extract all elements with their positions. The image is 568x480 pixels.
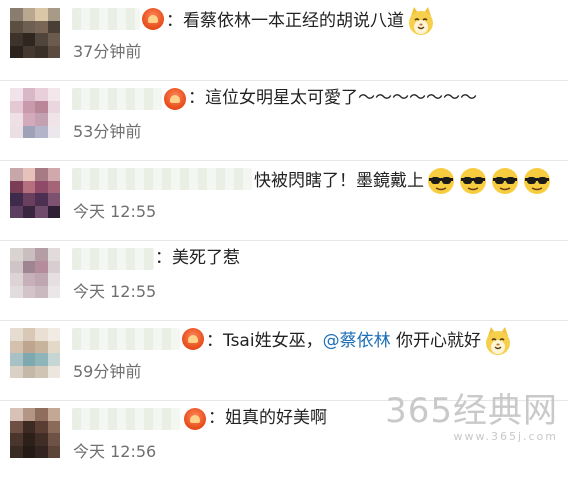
cat-smile-icon bbox=[406, 6, 436, 36]
comment-text: ：Tsai姓女巫，@蔡依林 你开心就好 bbox=[206, 326, 513, 356]
comment-row: ：美死了惹 今天 12:55 bbox=[0, 240, 568, 321]
avatar[interactable] bbox=[10, 168, 60, 218]
comment-row: ：姐真的好美啊 今天 12:56 bbox=[0, 400, 568, 480]
comment-row: ：Tsai姓女巫，@蔡依林 你开心就好 59分钟前 bbox=[0, 320, 568, 401]
comment-text: ：姐真的好美啊 bbox=[208, 408, 327, 428]
sunglasses-face-icon bbox=[426, 166, 456, 196]
avatar[interactable] bbox=[10, 328, 60, 378]
sunglasses-face-icon bbox=[522, 166, 552, 196]
comment-time: 今天 12:55 bbox=[73, 282, 157, 301]
sunglasses-face-icon bbox=[490, 166, 520, 196]
username[interactable] bbox=[72, 248, 154, 270]
comment-row: 快被閃瞎了！墨鏡戴上 今天 12:55 bbox=[0, 160, 568, 241]
vip-badge-icon bbox=[164, 88, 186, 110]
comment-time: 59分钟前 bbox=[73, 362, 142, 381]
comment-time: 今天 12:55 bbox=[73, 202, 157, 221]
comment-text: 快被閃瞎了！墨鏡戴上 bbox=[254, 166, 552, 196]
comment-time: 53分钟前 bbox=[73, 122, 142, 141]
sunglasses-face-icon bbox=[458, 166, 488, 196]
comment-time: 37分钟前 bbox=[73, 42, 142, 61]
comment-row: ：這位女明星太可愛了～～～～～～～ 53分钟前 bbox=[0, 80, 568, 161]
comment-row: ：看蔡依林一本正经的胡说八道 37分钟前 bbox=[0, 0, 568, 81]
comment-text: ：看蔡依林一本正经的胡说八道 bbox=[166, 6, 436, 36]
vip-badge-icon bbox=[182, 328, 204, 350]
comment-text: ：美死了惹 bbox=[155, 248, 240, 268]
vip-badge-icon bbox=[184, 408, 206, 430]
username[interactable] bbox=[72, 328, 180, 350]
comment-time: 今天 12:56 bbox=[73, 442, 157, 461]
username[interactable] bbox=[72, 88, 162, 110]
avatar[interactable] bbox=[10, 408, 60, 458]
cat-smile-icon bbox=[483, 326, 513, 356]
username[interactable] bbox=[72, 8, 140, 30]
avatar[interactable] bbox=[10, 8, 60, 58]
comment-text: ：這位女明星太可愛了～～～～～～～ bbox=[188, 88, 477, 108]
avatar[interactable] bbox=[10, 88, 60, 138]
username[interactable] bbox=[72, 168, 252, 190]
username[interactable] bbox=[72, 408, 180, 430]
mention-link[interactable]: @蔡依林 bbox=[323, 331, 391, 351]
avatar[interactable] bbox=[10, 248, 60, 298]
vip-badge-icon bbox=[142, 8, 164, 30]
